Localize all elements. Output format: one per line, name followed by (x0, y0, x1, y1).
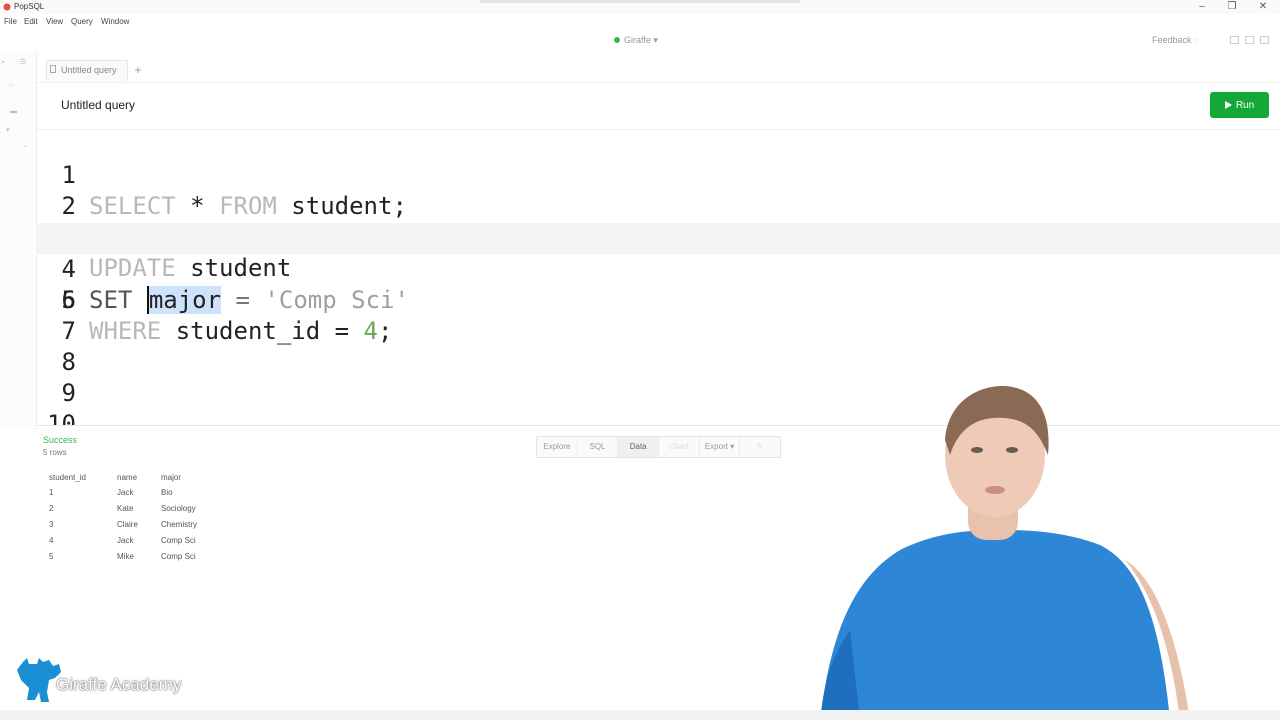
play-icon (1224, 101, 1232, 109)
table-row[interactable]: 1 Jack Bio (42, 484, 204, 500)
editor-line: 2 (36, 160, 1280, 220)
table-row[interactable]: 5 Mike Comp Sci (42, 548, 204, 564)
cell-major: Comp Sci (161, 535, 196, 545)
restore-button[interactable]: ❐ (1217, 0, 1247, 14)
cell-major: Comp Sci (161, 551, 196, 561)
cell-name: Jack (117, 487, 134, 497)
tab-sql[interactable]: SQL (578, 437, 619, 457)
editor-line: 7 (36, 316, 1280, 347)
cell-name: Kate (117, 503, 134, 513)
line-number: 7 (61, 317, 76, 345)
popsql-logo-icon (3, 3, 11, 11)
query-header (36, 82, 1280, 130)
cell-student-id: 3 (49, 519, 54, 529)
row-count: 5 rows (43, 448, 67, 457)
editor-line: 1 SELECT * FROM student; (36, 129, 1280, 220)
brand-watermark: Giraffe Academy (56, 675, 182, 694)
feedback-label: Feedback (1152, 35, 1192, 45)
close-button[interactable]: ✕ (1248, 0, 1278, 14)
sidebar-list-icon[interactable]: ☰ (20, 58, 26, 66)
app-title: PopSQL (14, 2, 45, 11)
connection-selector[interactable]: Giraffe ▾ (624, 35, 658, 46)
column-header[interactable]: student_id (42, 470, 110, 484)
editor-line: 3 UPDATE student (36, 191, 1280, 282)
edit-icon[interactable]: ✎ (740, 437, 780, 457)
tab-label: Untitled query (61, 65, 117, 75)
query-file-icon (50, 65, 56, 73)
chevron-down-icon[interactable]: ▾ (6, 126, 10, 134)
layout-bottom-icon[interactable] (1245, 36, 1254, 44)
line-number: 9 (61, 379, 76, 407)
feedback-icon: ◌ (1194, 35, 1200, 45)
line-number: 10 (47, 410, 76, 425)
title-drag-handle[interactable] (480, 0, 800, 3)
table-row[interactable]: 3 Claire Chemistry (42, 516, 204, 532)
connection-status-dot (614, 37, 620, 43)
layout-left-icon[interactable] (1230, 36, 1239, 44)
cell-name: Claire (117, 519, 138, 529)
file-icon[interactable]: ▫ (24, 143, 26, 150)
cell-student-id: 2 (49, 503, 54, 513)
export-dropdown[interactable]: Export ▾ (700, 437, 741, 457)
tab-chart[interactable]: Chart (659, 437, 700, 457)
table-row[interactable]: 4 Jack Comp Sci (42, 532, 204, 548)
new-tab-button[interactable]: + (130, 62, 146, 78)
menu-edit[interactable]: Edit (24, 17, 38, 26)
editor-line: 6 (36, 285, 1280, 316)
minimize-button[interactable]: – (1187, 0, 1217, 14)
menu-bar (0, 14, 1280, 30)
menu-view[interactable]: View (46, 17, 63, 26)
tab-explore[interactable]: Explore (537, 437, 578, 457)
results-table: student_id name major 1 Jack Bio 2 Kate … (42, 470, 204, 564)
column-header[interactable]: name (110, 470, 154, 484)
line-number: 6 (61, 286, 76, 314)
editor-line: 8 (36, 347, 1280, 378)
menu-query[interactable]: Query (71, 17, 93, 26)
run-label: Run (1235, 99, 1255, 111)
menu-file[interactable]: File (4, 17, 17, 26)
table-header-row: student_id name major (42, 470, 204, 484)
editor-line-active: 4 SET major = 'Comp Sci' (36, 223, 1280, 314)
cell-name: Mike (117, 551, 134, 561)
column-header[interactable]: major (154, 470, 204, 484)
sidebar-new-icon[interactable]: ○ (9, 82, 13, 89)
folder-icon[interactable]: ▬ (10, 108, 17, 115)
cell-student-id: 5 (49, 551, 54, 561)
presenter-webcam (820, 385, 1190, 720)
status-bar (0, 710, 1280, 720)
menu-window[interactable]: Window (101, 17, 129, 26)
sidebar-item-icon[interactable]: ▪ (2, 59, 4, 66)
cell-student-id: 1 (49, 487, 54, 497)
sidebar (0, 50, 37, 430)
table-row[interactable]: 2 Kate Sociology (42, 500, 204, 516)
cell-major: Bio (161, 487, 173, 497)
cell-name: Jack (117, 535, 134, 545)
editor-line: 5 WHERE student_id = 4; (36, 254, 1280, 345)
query-title[interactable]: Untitled query (61, 98, 135, 112)
run-button[interactable]: Run (1210, 92, 1269, 118)
cell-major: Sociology (161, 503, 196, 513)
tab-data[interactable]: Data (618, 437, 660, 457)
feedback-link[interactable]: Feedback ◌ (1152, 35, 1199, 45)
cell-student-id: 4 (49, 535, 54, 545)
result-view-tabs: Explore SQL Data Chart Export ▾ ✎ (536, 436, 781, 458)
line-number: 8 (61, 348, 76, 376)
layout-right-icon[interactable] (1260, 36, 1269, 44)
status-success: Success (43, 435, 78, 445)
cell-major: Chemistry (161, 519, 198, 529)
